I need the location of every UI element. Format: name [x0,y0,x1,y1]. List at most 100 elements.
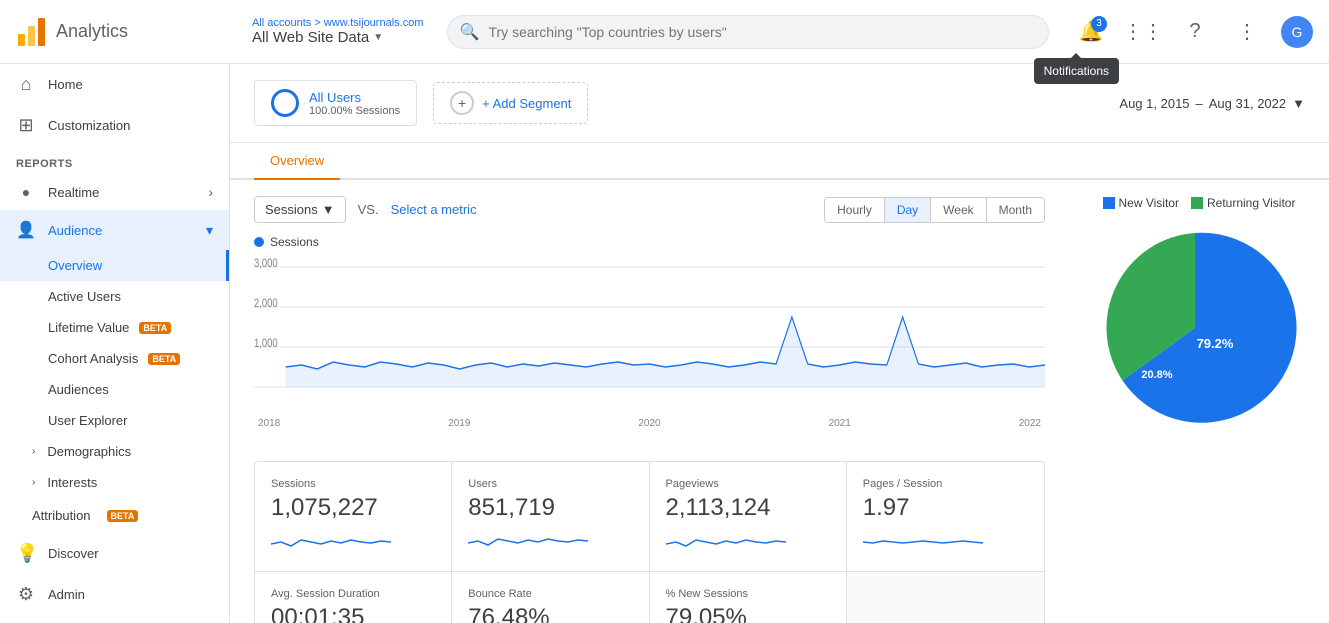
sidebar-item-interests[interactable]: › Interests [0,467,229,498]
sidebar-item-attribution-label: Attribution [32,508,91,523]
sidebar-sub-overview[interactable]: Overview [0,250,229,281]
sidebar-item-realtime-label: Realtime [48,185,99,200]
stat-pages-per-session-label: Pages / Session [863,478,1028,490]
sidebar-item-demographics[interactable]: › Demographics [0,436,229,467]
stat-users-sparkline [468,528,588,552]
audience-collapse-icon: ▾ [206,222,213,239]
sidebar-sub-user-explorer[interactable]: User Explorer [0,405,229,436]
content-area: All Users 100.00% Sessions + + Add Segme… [230,64,1329,623]
notifications-button[interactable]: 🔔 3 Notifications [1073,14,1109,50]
time-btn-week[interactable]: Week [931,198,986,222]
stat-bounce-rate: Bounce Rate 76.48% [452,572,649,623]
svg-text:2,000: 2,000 [254,297,278,310]
chart-legend: Sessions [254,235,1045,249]
stat-sessions: Sessions 1,075,227 [255,462,452,572]
sidebar-sub-overview-label: Overview [48,258,102,273]
new-visitor-label: New Visitor [1119,196,1179,210]
demographics-expand-icon: › [32,446,35,457]
date-start: Aug 1, 2015 [1119,96,1189,111]
sidebar-sub-active-users-label: Active Users [48,289,121,304]
returning-visitor-pct-label: 20.8% [1141,369,1172,381]
stat-sessions-label: Sessions [271,478,435,490]
time-btn-month[interactable]: Month [987,198,1044,222]
segment-pct: 100.00% Sessions [309,105,400,117]
lifetime-value-beta-badge: BETA [139,322,171,334]
sidebar-item-attribution[interactable]: Attribution BETA [0,498,229,533]
x-label-2020: 2020 [638,418,660,429]
sidebar-item-realtime[interactable]: ● Realtime › [0,174,229,210]
reports-section-label: REPORTS [0,146,229,174]
tab-overview[interactable]: Overview [254,143,340,180]
stat-new-sessions-value: 79.05% [666,604,830,623]
sidebar-item-audience[interactable]: 👤 Audience ▾ [0,210,229,250]
search-input[interactable] [447,15,1049,49]
segment-bar: All Users 100.00% Sessions + + Add Segme… [230,64,1329,143]
sidebar-item-home[interactable]: ⌂ Home [0,64,229,105]
sidebar-sub-audiences-label: Audiences [48,382,109,397]
stat-users-label: Users [468,478,632,490]
time-btn-hourly[interactable]: Hourly [825,198,885,222]
property-selector[interactable]: All Web Site Data ▼ [252,29,423,46]
sidebar-sub-lifetime-value[interactable]: Lifetime Value BETA [0,312,229,343]
stat-pageviews-label: Pageviews [666,478,830,490]
sessions-legend-label: Sessions [270,235,319,249]
logo-area: Analytics [16,16,236,48]
metric-selector[interactable]: Sessions ▼ [254,196,346,223]
help-button[interactable]: ? [1177,14,1213,50]
sidebar-sub-user-explorer-label: User Explorer [48,413,127,428]
chart-area: Sessions ▼ VS. Select a metric Hourly Da… [230,180,1069,445]
date-range-selector[interactable]: Aug 1, 2015 – Aug 31, 2022 ▼ [1119,96,1305,111]
apps-button[interactable]: ⋮⋮ [1125,14,1161,50]
report-tabs: Overview [230,143,1329,180]
stat-users-value: 851,719 [468,494,632,522]
stat-pageviews-sparkline [666,528,786,552]
sidebar-collapse-button[interactable]: ‹ [0,615,229,623]
add-segment-button[interactable]: + + Add Segment [433,82,588,124]
sidebar-sub-active-users[interactable]: Active Users [0,281,229,312]
attribution-beta-badge: BETA [107,510,139,522]
discover-icon: 💡 [16,543,36,564]
svg-text:1,000: 1,000 [254,337,278,350]
notifications-tooltip: Notifications [1034,58,1119,84]
segment-circle [271,89,299,117]
avatar[interactable]: G [1281,16,1313,48]
svg-text:3,000: 3,000 [254,257,278,270]
cohort-analysis-beta-badge: BETA [148,353,180,365]
stat-pages-per-session-value: 1.97 [863,494,1028,522]
sessions-legend-dot [254,237,264,247]
stats-grid: Sessions 1,075,227 Users 851,719 [254,461,1045,623]
notifications-badge: 3 [1091,16,1107,32]
sidebar-sub-audiences[interactable]: Audiences [0,374,229,405]
vs-text: VS. [358,202,379,217]
stat-avg-session-label: Avg. Session Duration [271,588,435,600]
stat-avg-session-duration: Avg. Session Duration 00:01:35 [255,572,452,623]
sidebar-item-interests-label: Interests [47,475,97,490]
realtime-icon: ● [16,184,36,200]
sidebar-item-customization-label: Customization [48,118,130,133]
sidebar-nav: ⌂ Home ⊞ Customization REPORTS ● Realtim… [0,64,229,615]
more-button[interactable]: ⋮ [1229,14,1265,50]
sidebar-item-admin[interactable]: ⚙ Admin [0,574,229,615]
time-btn-day[interactable]: Day [885,198,931,222]
account-area: All accounts > www.tsijournals.com All W… [252,17,423,46]
top-header: Analytics All accounts > www.tsijournals… [0,0,1329,64]
select-metric-link[interactable]: Select a metric [391,202,477,217]
audience-icon: 👤 [16,220,36,240]
all-users-segment[interactable]: All Users 100.00% Sessions [254,80,417,126]
stat-sessions-value: 1,075,227 [271,494,435,522]
x-label-2021: 2021 [829,418,851,429]
search-icon: 🔍 [459,22,479,42]
sidebar-item-discover-label: Discover [48,546,99,561]
sidebar: ⌂ Home ⊞ Customization REPORTS ● Realtim… [0,64,230,623]
returning-visitor-legend: Returning Visitor [1191,196,1296,210]
realtime-expand-icon: › [208,184,213,200]
interests-expand-icon: › [32,477,35,488]
stats-section: Sessions 1,075,227 Users 851,719 [230,461,1069,623]
sidebar-item-discover[interactable]: 💡 Discover [0,533,229,574]
segment-name: All Users [309,90,400,105]
sidebar-item-customization[interactable]: ⊞ Customization [0,105,229,146]
breadcrumb[interactable]: All accounts > www.tsijournals.com [252,17,423,29]
sidebar-sub-cohort-analysis-label: Cohort Analysis [48,351,138,366]
header-actions: 🔔 3 Notifications ⋮⋮ ? ⋮ G [1073,14,1313,50]
sidebar-sub-cohort-analysis[interactable]: Cohort Analysis BETA [0,343,229,374]
